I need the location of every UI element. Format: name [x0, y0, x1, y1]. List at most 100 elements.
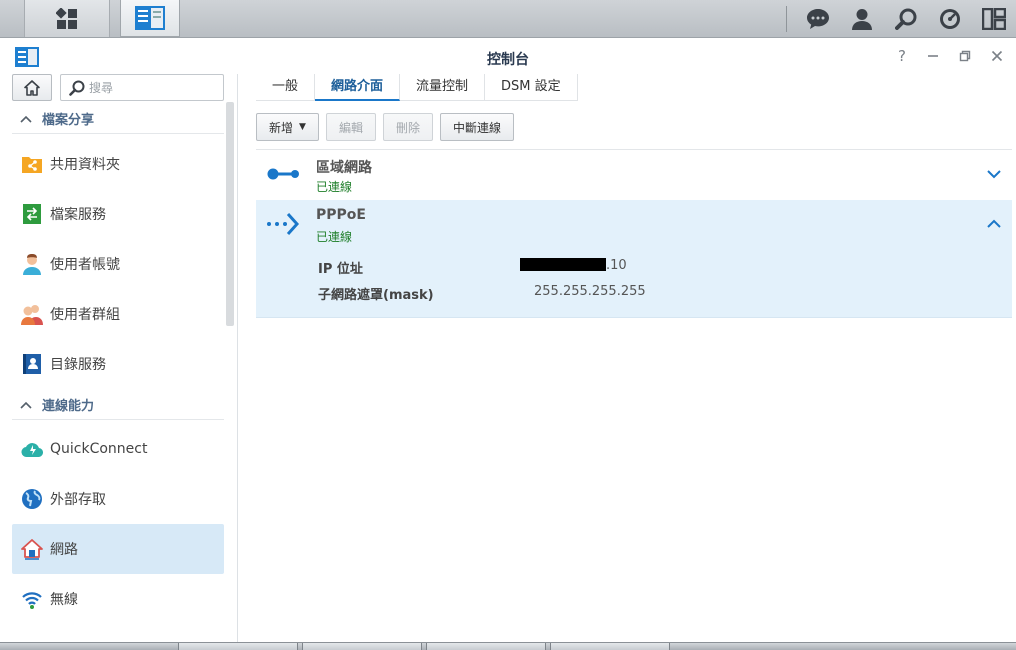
home-button[interactable]: [12, 74, 52, 101]
tab-dsm-settings[interactable]: DSM 設定: [485, 74, 578, 101]
top-taskbar: [0, 0, 1016, 38]
minimize-button[interactable]: [923, 46, 943, 66]
directory-icon: [20, 352, 44, 376]
sidebar-item-quickconnect[interactable]: QuickConnect: [12, 424, 224, 474]
create-button-label: 新增: [269, 120, 294, 135]
interface-row-pppoe[interactable]: PPPoE 已連線 IP 位址 .10 子網路遮罩(mask) 255.255.…: [256, 200, 1012, 318]
sidebar-item-user[interactable]: 使用者帳號: [12, 239, 224, 289]
os-taskbar-item[interactable]: [550, 643, 670, 650]
group-icon: [20, 302, 44, 326]
os-taskbar: [0, 642, 1016, 650]
sidebar-item-label: 目錄服務: [50, 357, 106, 373]
shared-folder-icon: [20, 152, 44, 176]
sidebar-item-label: QuickConnect: [50, 441, 148, 457]
pppoe-icon: [267, 212, 300, 236]
sidebar-item-label: 無線: [50, 592, 78, 608]
sidebar-item-directory[interactable]: 目錄服務: [12, 339, 224, 389]
interface-status: 已連線: [316, 180, 353, 194]
sidebar-item-network[interactable]: 網路: [12, 524, 224, 574]
interface-name: 區域網路: [316, 160, 372, 176]
resource-monitor-button[interactable]: [930, 0, 970, 37]
tab-traffic-control[interactable]: 流量控制: [400, 74, 486, 101]
window-title: 控制台: [487, 52, 529, 68]
create-button[interactable]: 新增 ▼: [256, 113, 319, 141]
search-icon: [69, 80, 85, 96]
detail-label: 子網路遮罩(mask): [318, 288, 434, 303]
home-icon: [24, 79, 40, 96]
user-menu-button[interactable]: [842, 0, 882, 37]
interface-row-lan[interactable]: 區域網路 已連線: [256, 150, 1012, 200]
sidebar-item-external-access[interactable]: 外部存取: [12, 474, 224, 524]
detail-label: IP 位址: [318, 262, 363, 277]
tab-general[interactable]: 一般: [256, 74, 316, 101]
help-button[interactable]: ?: [892, 46, 912, 66]
sidebar-scrollbar[interactable]: [226, 102, 234, 326]
chevron-down-icon[interactable]: [986, 166, 1002, 182]
globe-icon: [20, 487, 44, 511]
notifications-button[interactable]: [798, 0, 838, 37]
network-house-icon: [20, 537, 44, 561]
taskbar-separator: [786, 6, 787, 32]
user-icon: [852, 8, 872, 30]
user-icon: [20, 252, 44, 276]
os-taskbar-item[interactable]: [426, 643, 546, 650]
close-button[interactable]: [987, 46, 1007, 66]
sidebar-item-label: 網路: [50, 542, 78, 558]
sidebar-item-group[interactable]: 使用者群組: [12, 289, 224, 339]
sidebar-item-wireless[interactable]: 無線: [12, 574, 224, 624]
lan-icon: [267, 168, 299, 180]
search-input[interactable]: [89, 79, 219, 97]
os-taskbar-item[interactable]: [178, 643, 298, 650]
sidebar-item-label: 共用資料夾: [50, 157, 120, 173]
toolbar: 新增 ▼ 編輯 刪除 中斷連線: [256, 113, 521, 141]
sidebar-item-label: 使用者帳號: [50, 257, 120, 273]
sidebar-item-label: 外部存取: [50, 492, 106, 508]
widgets-button[interactable]: [974, 0, 1014, 37]
os-taskbar-item[interactable]: [302, 643, 422, 650]
quickconnect-icon: [20, 437, 44, 461]
sidebar-item-label: 使用者群組: [50, 307, 120, 323]
caret-down-icon: ▼: [299, 122, 306, 132]
redacted-block: [520, 258, 606, 271]
main-panel: 一般 網路介面 流量控制 DSM 設定 新增 ▼ 編輯 刪除 中斷連線 區域網路…: [239, 74, 1016, 650]
sidebar-item-label: 檔案服務: [50, 207, 106, 223]
delete-button[interactable]: 刪除: [382, 113, 433, 141]
sidebar-item-shared-folder[interactable]: 共用資料夾: [12, 139, 224, 189]
section-label: 連線能力: [42, 399, 95, 414]
wifi-icon: [20, 587, 44, 611]
restore-icon: [959, 50, 971, 62]
sidebar-item-file-services[interactable]: 檔案服務: [12, 189, 224, 239]
file-services-icon: [20, 202, 44, 226]
tab-bar: 一般 網路介面 流量控制 DSM 設定: [256, 74, 578, 101]
detail-value: 255.255.255.255: [534, 284, 646, 299]
control-panel-taskbar-button[interactable]: [120, 0, 180, 37]
chevron-up-icon: [20, 398, 34, 412]
search-icon: [895, 8, 917, 30]
window-titlebar: 控制台 ?: [0, 38, 1016, 74]
disconnect-button[interactable]: 中斷連線: [439, 113, 514, 141]
widgets-icon: [982, 7, 1006, 30]
detail-value: .10: [520, 258, 627, 273]
interface-status: 已連線: [316, 230, 353, 244]
chevron-up-icon: [20, 112, 34, 126]
minimize-icon: [928, 55, 938, 57]
maximize-button[interactable]: [955, 46, 975, 66]
search-button[interactable]: [886, 0, 926, 37]
chat-bubble-icon: [807, 8, 829, 29]
search-field[interactable]: [60, 74, 224, 101]
edit-button[interactable]: 編輯: [325, 113, 376, 141]
main-menu-button[interactable]: [24, 0, 110, 37]
section-label: 檔案分享: [42, 113, 95, 128]
control-panel-icon: [135, 6, 165, 30]
interface-name: PPPoE: [316, 207, 366, 223]
section-file-sharing[interactable]: 檔案分享: [12, 104, 224, 134]
sidebar: 檔案分享 共用資料夾 檔案服務 使用者帳號 使用者群組 目錄服務: [0, 74, 238, 650]
ip-suffix: .10: [606, 258, 627, 273]
chevron-up-icon[interactable]: [986, 216, 1002, 232]
help-icon: ?: [898, 47, 906, 65]
gauge-icon: [940, 8, 960, 29]
main-menu-icon: [56, 7, 77, 29]
close-icon: [991, 50, 1003, 62]
section-connectivity[interactable]: 連線能力: [12, 390, 224, 420]
tab-network-interface[interactable]: 網路介面: [315, 74, 401, 101]
